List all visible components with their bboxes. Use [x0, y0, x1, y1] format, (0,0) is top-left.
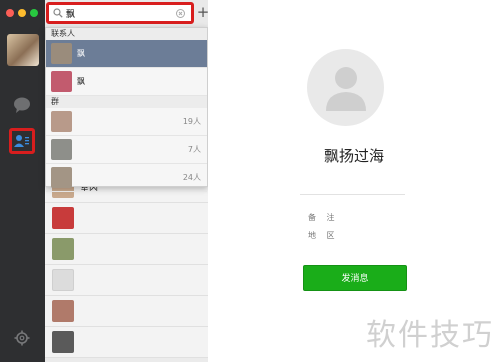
chat-icon[interactable]	[12, 95, 32, 115]
avatar	[52, 238, 74, 260]
avatar	[51, 167, 72, 188]
list-item[interactable]	[45, 296, 208, 327]
close-window-button[interactable]	[6, 9, 14, 17]
clear-search-icon[interactable]	[176, 8, 185, 18]
divider	[300, 194, 405, 195]
avatar	[51, 43, 72, 64]
avatar	[52, 207, 74, 229]
member-count: 19人	[182, 117, 201, 126]
contacts-button[interactable]	[9, 128, 35, 154]
gear-icon[interactable]	[14, 330, 30, 346]
search-result-contact[interactable]: 飘	[46, 40, 207, 68]
avatar	[51, 71, 72, 92]
list-item[interactable]	[45, 265, 208, 296]
avatar	[51, 139, 72, 160]
avatar	[52, 300, 74, 322]
contact-name: 飘	[77, 49, 85, 58]
watermark: 软件技巧	[366, 318, 494, 353]
search-result-group[interactable]: 7人	[46, 136, 207, 164]
list-item[interactable]	[45, 327, 208, 358]
send-message-button[interactable]: 发消息	[303, 265, 407, 291]
search-result-contact[interactable]: 飘	[46, 68, 207, 96]
default-user-icon	[325, 66, 366, 111]
zoom-window-button[interactable]	[30, 9, 38, 17]
list-item[interactable]	[45, 203, 208, 234]
search-icon	[53, 8, 63, 18]
search-result-group[interactable]: 19人	[46, 108, 207, 136]
avatar	[52, 269, 74, 291]
member-count: 24人	[182, 173, 201, 182]
profile-avatar	[307, 49, 384, 126]
contacts-section-header: 联系人	[46, 28, 207, 40]
search-box[interactable]	[46, 2, 194, 24]
search-input[interactable]	[63, 6, 174, 20]
member-count: 7人	[187, 145, 201, 154]
search-results-dropdown: 联系人 飘 飘 群 19人 7人 24人	[45, 27, 208, 192]
profile-panel: 飘扬过海 备 注 地 区 发消息 软件技巧	[208, 0, 500, 362]
profile-name: 飘扬过海	[323, 147, 384, 165]
region-label: 地 区	[308, 231, 339, 240]
remark-label: 备 注	[308, 213, 339, 222]
contacts-icon	[14, 135, 29, 147]
contact-name: 飘	[77, 77, 85, 86]
avatar	[52, 331, 74, 353]
search-bar: +	[45, 0, 209, 28]
search-result-group[interactable]: 24人	[46, 164, 207, 192]
avatar	[51, 111, 72, 132]
list-item[interactable]	[45, 234, 208, 265]
minimize-window-button[interactable]	[18, 9, 26, 17]
my-avatar[interactable]	[7, 34, 39, 66]
groups-section-header: 群	[46, 96, 207, 108]
sidebar	[0, 0, 45, 362]
